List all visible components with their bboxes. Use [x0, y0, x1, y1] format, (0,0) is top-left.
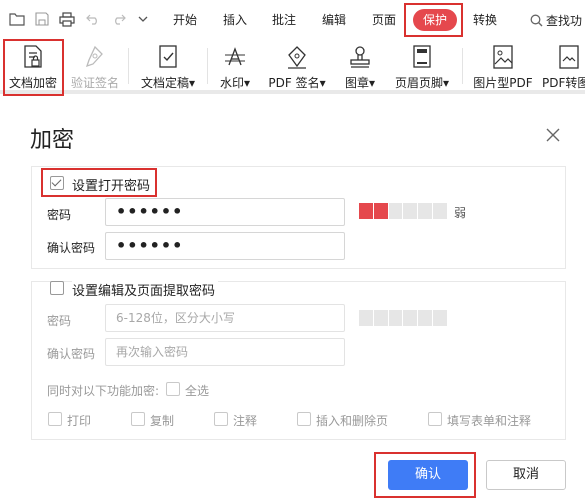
search-icon [530, 14, 543, 27]
features-label: 同时对以下功能加密: [47, 384, 160, 398]
edit-password-field[interactable]: 6-128位，区分大小写 [105, 304, 345, 332]
ribbon-pdf-signature[interactable]: PDF 签名▾ [264, 42, 330, 92]
tab-page[interactable]: 页面 [372, 12, 396, 28]
ribbon-pdf-to-image[interactable]: PDF转图 [542, 42, 585, 92]
edit-password-label: 设置编辑及页面提取密码 [72, 280, 219, 299]
ribbon-document-finalize[interactable]: 文档定稿▾ [136, 42, 200, 92]
strength-segment [359, 203, 373, 219]
redo-icon[interactable] [110, 10, 128, 28]
tab-edit[interactable]: 编辑 [322, 12, 346, 28]
confirm-password-value: •••••• [116, 236, 184, 255]
ribbon-label: 图章▾ [344, 76, 376, 90]
ribbon-bottom-shade [0, 90, 585, 94]
pdf-to-image-icon [556, 44, 582, 70]
strength-segment [433, 310, 447, 326]
edit-strength-meter [359, 310, 447, 326]
print-icon[interactable] [58, 10, 76, 28]
confirm-password-field[interactable]: •••••• [105, 232, 345, 260]
ribbon-stamp[interactable]: 图章▾ [338, 42, 382, 92]
undo-icon[interactable] [84, 10, 102, 28]
strength-segment [433, 203, 447, 219]
password-strength-meter [359, 203, 447, 219]
edit-confirm-label: 确认密码 [47, 347, 96, 361]
tab-insert[interactable]: 插入 [223, 12, 247, 28]
pdf-sign-icon [284, 44, 310, 70]
ribbon-verify-signature[interactable]: 验证签名 [66, 42, 124, 92]
ribbon-label: 验证签名 [70, 76, 119, 90]
image-pdf-icon [490, 44, 516, 70]
watermark-icon [222, 44, 248, 70]
save-icon[interactable] [33, 10, 51, 28]
highlight-open-password [41, 168, 157, 197]
search-label: 查找功 [546, 14, 583, 28]
pen-nib-icon [82, 44, 108, 70]
edit-password-placeholder: 6-128位，区分大小写 [116, 311, 235, 325]
highlight-document-encrypt [3, 39, 64, 96]
header-footer-icon [409, 44, 435, 70]
tab-comment[interactable]: 批注 [272, 12, 296, 28]
select-all-checkbox[interactable] [166, 382, 180, 396]
copy-option-checkbox[interactable] [131, 412, 145, 426]
dialog-title: 加密 [30, 128, 75, 153]
edit-confirm-placeholder: 再次输入密码 [116, 345, 189, 359]
comment-option-label: 注释 [233, 414, 258, 428]
insert-delete-option-label: 插入和删除页 [316, 414, 389, 428]
ribbon-header-footer[interactable]: 页眉页脚▾ [390, 42, 454, 92]
print-option-checkbox[interactable] [48, 412, 62, 426]
ribbon-image-pdf[interactable]: 图片型PDF [470, 42, 536, 92]
password-label: 密码 [47, 208, 72, 222]
strength-label: 弱 [454, 206, 467, 220]
strength-segment [418, 310, 433, 326]
strength-segment [388, 310, 403, 326]
ribbon: 文档加密 验证签名 文档定稿▾ 水印▾ PDF 签名▾ 图章▾ 页眉页脚▾ 图片… [0, 40, 585, 94]
fill-form-option-label: 填写表单和注释 [447, 414, 532, 428]
document-check-icon [155, 44, 181, 70]
ribbon-divider [207, 48, 208, 84]
ribbon-watermark[interactable]: 水印▾ [214, 42, 256, 92]
edit-password-label-text: 密码 [47, 314, 72, 328]
edit-password-checkbox[interactable] [50, 281, 64, 295]
ribbon-label: PDF 签名▾ [268, 76, 326, 90]
ribbon-label: 页眉页脚▾ [394, 76, 450, 90]
select-all-label: 全选 [185, 384, 210, 398]
strength-segment [403, 310, 418, 326]
strength-segment [373, 203, 388, 219]
ribbon-label: 图片型PDF [473, 76, 533, 90]
ribbon-label: 水印▾ [219, 76, 251, 90]
tab-convert[interactable]: 转换 [473, 12, 497, 28]
feature-search[interactable]: 查找功 [530, 12, 582, 29]
edit-confirm-field[interactable]: 再次输入密码 [105, 338, 345, 366]
comment-option-checkbox[interactable] [214, 412, 228, 426]
password-field[interactable]: •••••• [105, 198, 345, 226]
insert-delete-option-checkbox[interactable] [297, 412, 311, 426]
cancel-button[interactable]: 取消 [486, 460, 566, 490]
strength-segment [373, 310, 388, 326]
ribbon-label: 文档定稿▾ [140, 76, 196, 90]
stamp-icon [347, 44, 373, 70]
ribbon-divider [462, 48, 463, 84]
print-option-label: 打印 [67, 414, 92, 428]
fill-form-option-checkbox[interactable] [428, 412, 442, 426]
tab-start[interactable]: 开始 [173, 12, 197, 28]
close-icon[interactable] [545, 127, 561, 143]
ribbon-divider [128, 48, 129, 84]
dropdown-arrow-icon[interactable] [134, 10, 152, 28]
highlight-ok-button [374, 452, 476, 498]
strength-segment [359, 310, 373, 326]
confirm-password-label: 确认密码 [47, 241, 96, 255]
strength-segment [388, 203, 403, 219]
ribbon-label: PDF转图 [542, 76, 585, 90]
password-value: •••••• [116, 202, 184, 221]
copy-option-label: 复制 [150, 414, 175, 428]
strength-segment [418, 203, 433, 219]
folder-icon[interactable] [8, 10, 26, 28]
menu-bar: 开始 插入 批注 编辑 页面 保护 转换 查找功 [0, 0, 585, 40]
strength-segment [403, 203, 418, 219]
highlight-protect-tab [404, 3, 463, 37]
